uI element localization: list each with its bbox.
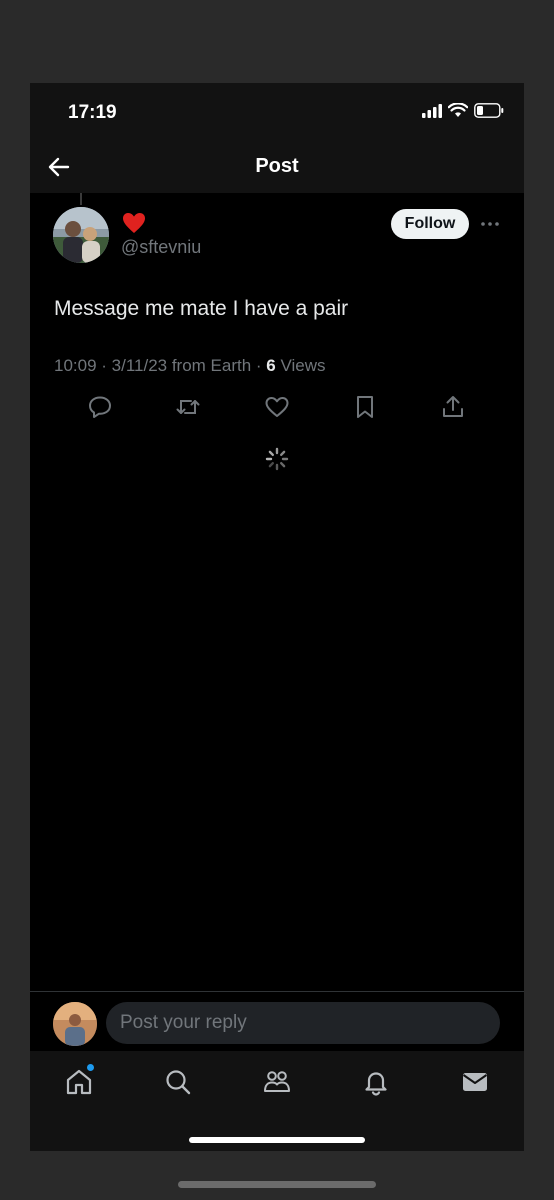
phone-screen: 17:19 Post @sftevniu Follow Message me m… (30, 83, 524, 1151)
bottom-tab-bar (30, 1051, 524, 1151)
reply-composer (30, 991, 524, 1052)
repost-icon[interactable] (174, 393, 202, 421)
reply-icon[interactable] (86, 393, 114, 421)
author-handle[interactable]: @sftevniu (121, 237, 201, 258)
share-icon[interactable] (439, 393, 467, 421)
current-user-avatar-photo (53, 1002, 97, 1046)
reply-input[interactable] (106, 1002, 500, 1044)
cellular-signal-icon (422, 103, 442, 118)
battery-icon (474, 103, 504, 118)
home-indicator (189, 1137, 365, 1143)
communities-icon[interactable] (262, 1067, 292, 1097)
messages-icon[interactable] (460, 1067, 490, 1097)
home-notification-badge (87, 1064, 94, 1071)
views-count: 6 (266, 356, 276, 375)
status-icons (422, 103, 504, 118)
status-time: 17:19 (68, 102, 117, 123)
post-text: Message me mate I have a pair (54, 297, 349, 320)
post-actions (30, 393, 524, 425)
like-icon[interactable] (263, 393, 291, 421)
notifications-icon[interactable] (361, 1067, 391, 1097)
current-user-avatar[interactable] (53, 1002, 97, 1046)
outer-scroll-indicator (178, 1181, 376, 1188)
status-bar: 17:19 (30, 83, 524, 141)
post-timestamp[interactable]: 10:09 · 3/11/23 from Earth · (54, 356, 266, 375)
bookmark-icon[interactable] (351, 393, 379, 421)
wifi-icon (448, 103, 468, 117)
heart-emoji-icon (123, 213, 145, 233)
loading-spinner-icon (265, 447, 289, 471)
views-label: Views (275, 356, 326, 375)
post-header: Post (30, 141, 524, 193)
follow-button[interactable]: Follow (391, 209, 469, 239)
post-meta: 10:09 · 3/11/23 from Earth · 6 Views (54, 356, 326, 376)
thread-connector-line (80, 193, 82, 205)
more-icon[interactable] (478, 212, 502, 236)
avatar-photo (53, 207, 109, 263)
author-avatar[interactable] (53, 207, 109, 263)
page-title: Post (255, 155, 299, 177)
search-icon[interactable] (163, 1067, 193, 1097)
home-icon[interactable] (64, 1067, 94, 1097)
